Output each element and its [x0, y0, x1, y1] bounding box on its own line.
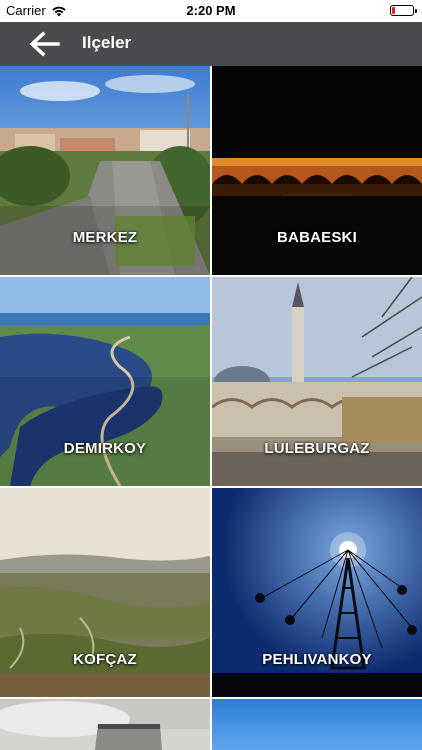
district-tile-8[interactable] — [212, 699, 422, 750]
back-button[interactable] — [26, 28, 66, 60]
navigation-bar: Ilçeler — [0, 22, 422, 66]
district-photo — [0, 699, 210, 750]
district-tile-luleburgaz[interactable]: LULEBURGAZ — [212, 277, 422, 486]
district-grid: MERKEZ BABAESKI DEMIRKOY LULEBURGAZ KOFÇ… — [0, 66, 422, 750]
page-title: Ilçeler — [82, 33, 132, 52]
district-name: MERKEZ — [72, 229, 138, 246]
district-name: LULEBURGAZ — [264, 440, 370, 457]
district-tile-7[interactable] — [0, 699, 210, 750]
district-tile-kofcaz[interactable]: KOFÇAZ — [0, 488, 210, 697]
status-bar: Carrier 2:20 PM — [0, 0, 422, 22]
district-name: BABAESKI — [277, 229, 357, 246]
district-name: KOFÇAZ — [73, 651, 137, 668]
status-time: 2:20 PM — [186, 3, 236, 18]
arrow-left-icon — [29, 31, 60, 57]
district-name: PEHLIVANKOY — [262, 651, 372, 668]
district-tile-demirkoy[interactable]: DEMIRKOY — [0, 277, 210, 486]
district-photo — [212, 699, 422, 750]
battery-level — [392, 7, 395, 14]
battery-icon — [390, 5, 417, 16]
district-tile-merkez[interactable]: MERKEZ — [0, 66, 210, 275]
district-tile-pehlivankoy[interactable]: PEHLIVANKOY — [212, 488, 422, 697]
district-tile-babaeski[interactable]: BABAESKI — [212, 66, 422, 275]
district-name: DEMIRKOY — [63, 440, 147, 457]
